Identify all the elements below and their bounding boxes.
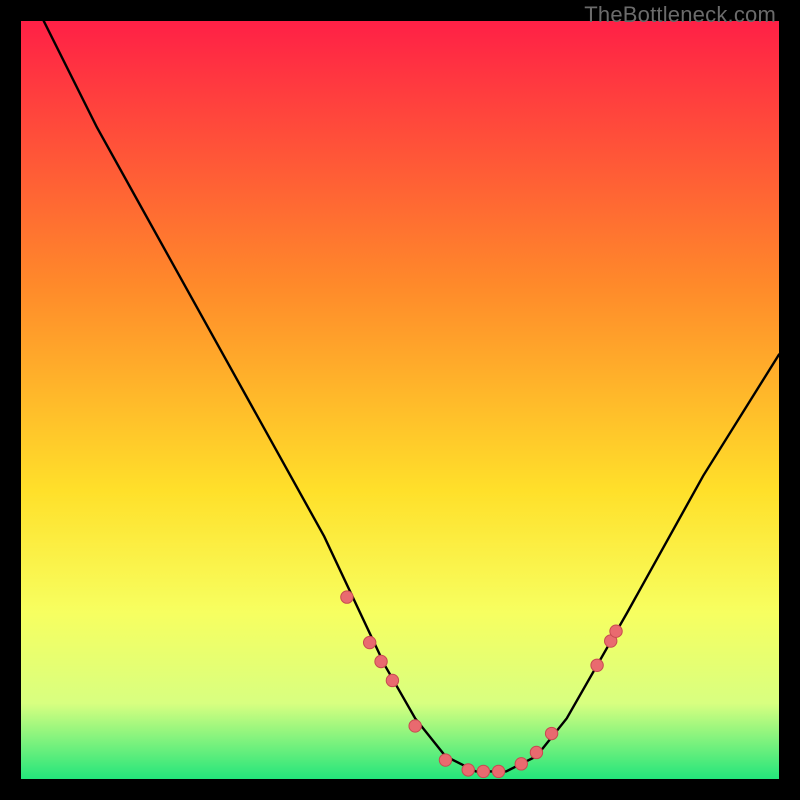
gradient-background — [21, 21, 779, 779]
highlight-dot — [492, 765, 504, 777]
highlight-dot — [386, 674, 398, 686]
highlight-dot — [591, 659, 603, 671]
highlight-dot — [530, 746, 542, 758]
highlight-dot — [375, 655, 387, 667]
highlight-dot — [610, 625, 622, 637]
bottleneck-plot — [21, 21, 779, 779]
highlight-dot — [341, 591, 353, 603]
highlight-dot — [439, 754, 451, 766]
highlight-dot — [409, 720, 421, 732]
chart-frame — [21, 21, 779, 779]
watermark-text: TheBottleneck.com — [584, 2, 776, 28]
highlight-dot — [363, 636, 375, 648]
highlight-dot — [477, 765, 489, 777]
highlight-dot — [545, 727, 557, 739]
highlight-dot — [462, 764, 474, 776]
highlight-dot — [515, 758, 527, 770]
